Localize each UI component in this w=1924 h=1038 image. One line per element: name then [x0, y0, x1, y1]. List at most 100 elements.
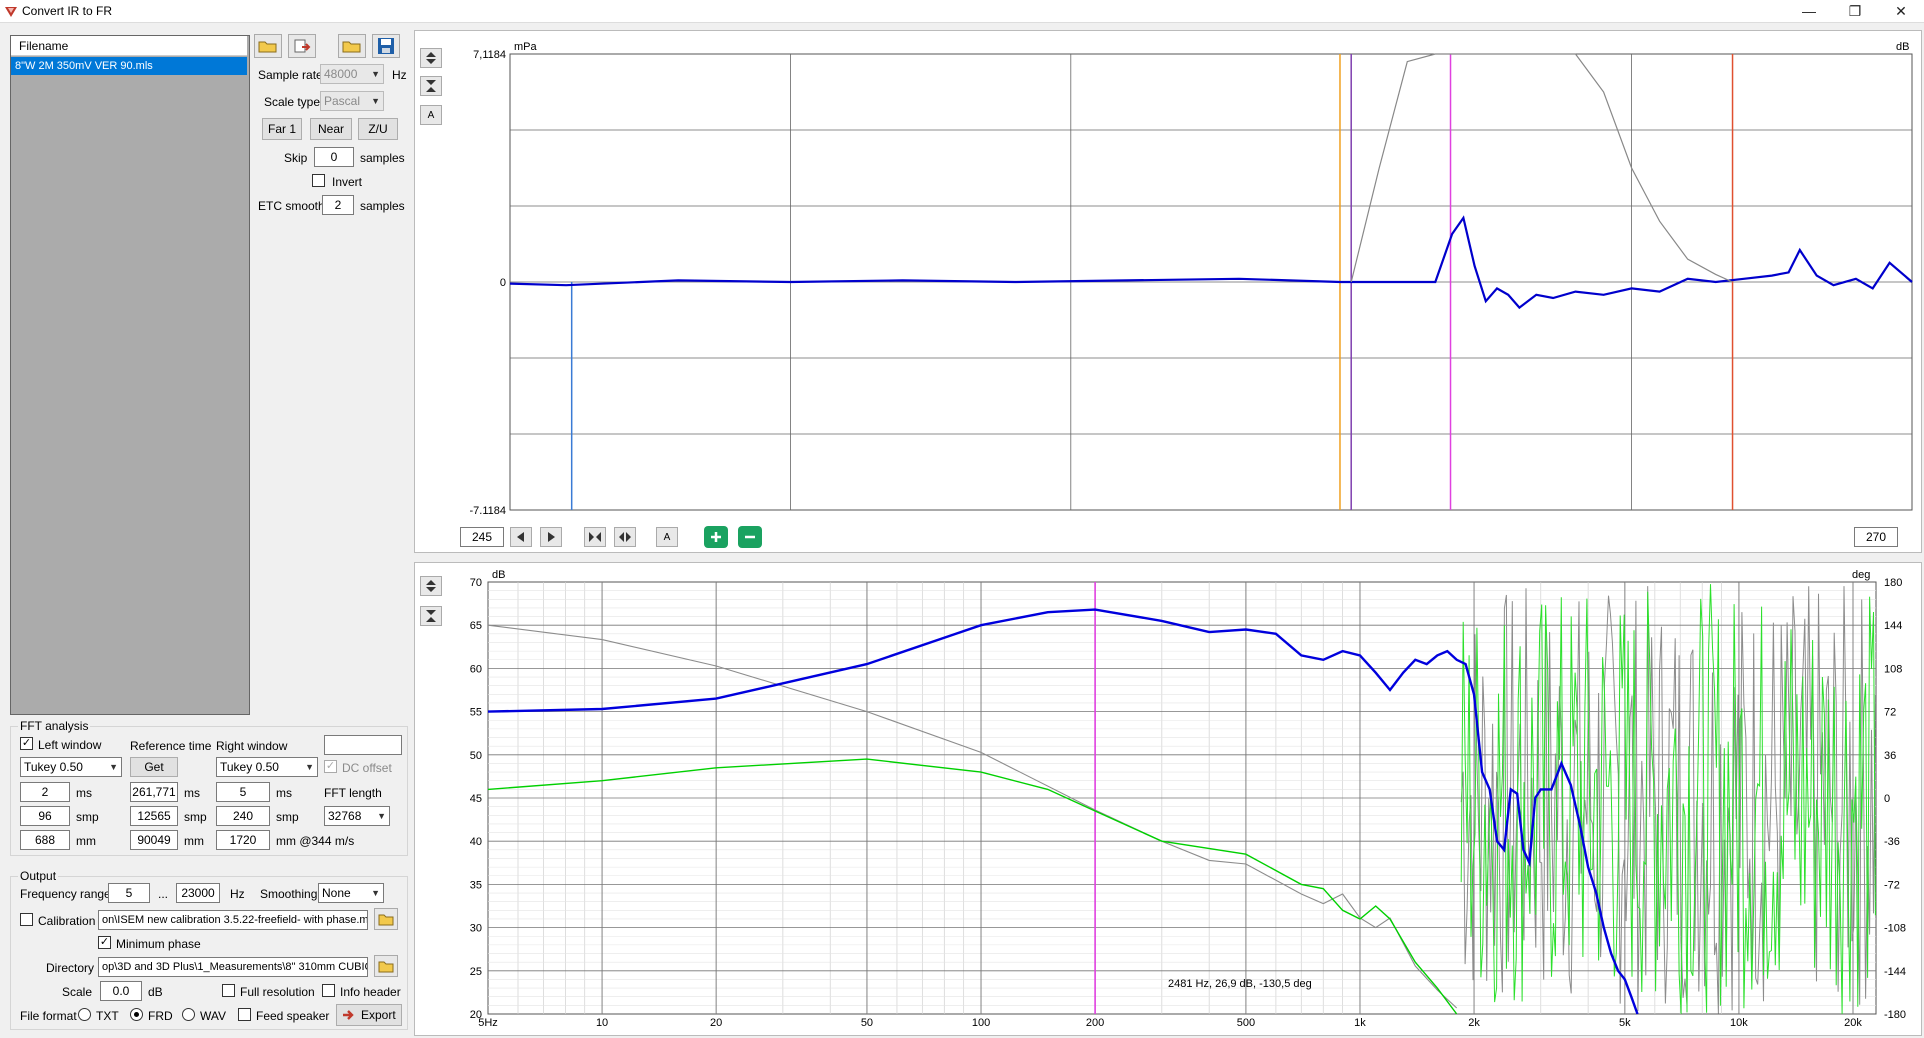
fr-deg-tick-label: 180 — [1884, 577, 1902, 589]
chevron-down-icon: ▼ — [377, 811, 386, 821]
frequency-response-chart[interactable]: 5Hz 10 20 50 100 200 500 1k 2k 5k 10k 20k7065605550… — [440, 566, 1920, 1034]
fft-length-select[interactable]: 32768 ▼ — [324, 806, 390, 826]
import-icon — [294, 39, 311, 53]
file-list[interactable]: Filename 8"W 2M 350mV VER 90.mls — [10, 35, 250, 715]
frequency-max-input[interactable]: 23000 — [176, 883, 220, 903]
chevron-down-icon: ▼ — [371, 96, 380, 106]
output-label: Output — [18, 869, 59, 883]
left-window-checkbox[interactable]: ✓ — [20, 737, 33, 750]
info-header-checkbox[interactable] — [322, 984, 335, 997]
calibration-path-input[interactable]: on\ISEM new calibration 3.5.22-freefield… — [98, 910, 368, 930]
right-window-label: Right window — [216, 739, 288, 753]
frd-label: FRD — [148, 1009, 173, 1023]
export-label: Export — [361, 1008, 396, 1022]
fr-right-unit: deg — [1852, 569, 1870, 581]
remove-marker-button[interactable] — [738, 526, 762, 548]
chevron-down-icon: ▼ — [371, 888, 380, 898]
near-button[interactable]: Near — [310, 118, 352, 140]
right-window-ms-input[interactable]: 5 — [216, 782, 270, 802]
fr-x-tick-label: 2k — [1468, 1017, 1480, 1029]
file-list-header[interactable]: Filename — [11, 36, 247, 56]
close-button[interactable]: ✕ — [1878, 0, 1924, 22]
ir-scroll-left-button[interactable] — [510, 527, 532, 547]
frequency-range-separator: ... — [158, 887, 169, 901]
scale-type-label: Scale type — [264, 95, 321, 109]
left-window-type-select[interactable]: Tukey 0.50 ▼ — [20, 757, 122, 777]
save-button[interactable] — [372, 34, 400, 58]
file-list-item[interactable]: 8"W 2M 350mV VER 90.mls — [11, 57, 247, 75]
ir-zoom-out-vertical-button[interactable] — [420, 76, 442, 96]
directory-browse-button[interactable] — [374, 955, 398, 977]
skip-label: Skip — [284, 151, 308, 165]
scale-input[interactable]: 0.0 — [100, 981, 142, 1001]
ir-scroll-right-button[interactable] — [540, 527, 562, 547]
smoothing-select[interactable]: None ▼ — [318, 883, 384, 903]
frd-radio[interactable] — [130, 1008, 143, 1021]
left-window-smp-input[interactable]: 96 — [20, 806, 70, 826]
add-marker-button[interactable] — [704, 526, 728, 548]
minus-icon — [745, 535, 755, 539]
minimize-button[interactable]: — — [1786, 0, 1832, 22]
fr-left-unit: dB — [492, 569, 505, 581]
fr-db-tick-label: 20 — [470, 1009, 482, 1021]
ir-auto-scale-button[interactable]: A — [420, 105, 442, 125]
etc-smooth-input[interactable]: 2 — [322, 195, 354, 215]
left-window-ms-input[interactable]: 2 — [20, 782, 70, 802]
left-window-mm-input[interactable]: 688 — [20, 830, 70, 850]
get-button[interactable]: Get — [130, 757, 178, 777]
fr-db-tick-label: 30 — [470, 923, 482, 935]
skip-unit: samples — [360, 151, 405, 165]
fr-zoom-out-vertical-button[interactable] — [420, 606, 442, 626]
fft-info-box — [324, 735, 402, 755]
ms-unit: ms — [76, 786, 92, 800]
compress-horizontal-icon — [619, 532, 631, 542]
feed-speaker-checkbox[interactable] — [238, 1008, 251, 1021]
fr-x-tick-label: 200 — [1086, 1017, 1104, 1029]
open-folder-icon — [378, 961, 394, 973]
ir-auto-scale-x-button[interactable]: A — [656, 527, 678, 547]
ir-end-input[interactable]: 270 — [1854, 527, 1898, 547]
reference-time-ms-input[interactable]: 261,771 — [130, 782, 178, 802]
calibration-checkbox[interactable] — [20, 913, 33, 926]
ir-zoom-in-vertical-button[interactable] — [420, 48, 442, 68]
frequency-min-input[interactable]: 5 — [108, 883, 150, 903]
open-folder-2-button[interactable] — [338, 34, 366, 58]
expand-horizontal-icon — [589, 532, 601, 542]
invert-checkbox[interactable] — [312, 174, 325, 187]
fr-x-tick-label: 50 — [861, 1017, 873, 1029]
far-button[interactable]: Far 1 — [262, 118, 302, 140]
right-window-type-select[interactable]: Tukey 0.50 ▼ — [216, 757, 318, 777]
smp-unit: smp — [76, 810, 99, 824]
reference-time-label: Reference time — [130, 739, 212, 753]
scale-type-select[interactable]: Pascal ▼ — [320, 91, 384, 111]
frequency-unit: Hz — [230, 887, 245, 901]
directory-path-input[interactable]: op\3D and 3D Plus\1_Measurements\8" 310m… — [98, 957, 368, 977]
ir-zoom-out-horizontal-button[interactable] — [614, 527, 636, 547]
minimum-phase-checkbox[interactable]: ✓ — [98, 936, 111, 949]
txt-radio[interactable] — [78, 1008, 91, 1021]
fr-deg-tick-label: 36 — [1884, 750, 1896, 762]
skip-input[interactable]: 0 — [314, 147, 354, 167]
sample-rate-select[interactable]: 48000 ▼ — [320, 64, 384, 84]
reference-time-smp-input[interactable]: 12565 — [130, 806, 178, 826]
maximize-button[interactable]: ❐ — [1832, 0, 1878, 22]
reference-time-mm-input[interactable]: 90049 — [130, 830, 178, 850]
zu-button[interactable]: Z/U — [358, 118, 398, 140]
dc-offset-checkbox[interactable]: ✓ — [324, 760, 337, 773]
expand-vertical-icon — [426, 52, 436, 64]
wav-radio[interactable] — [182, 1008, 195, 1021]
import-button[interactable] — [288, 34, 316, 58]
full-resolution-checkbox[interactable] — [222, 984, 235, 997]
right-window-smp-input[interactable]: 240 — [216, 806, 270, 826]
fr-zoom-in-vertical-button[interactable] — [420, 576, 442, 596]
smp-unit: smp — [184, 810, 207, 824]
wav-label: WAV — [200, 1009, 226, 1023]
ir-zoom-in-horizontal-button[interactable] — [584, 527, 606, 547]
impulse-response-chart[interactable]: 245ms2502552602652700-10-20-30-40-50-607… — [440, 34, 1920, 514]
calibration-browse-button[interactable] — [374, 908, 398, 930]
ir-start-input[interactable]: 245 — [460, 527, 504, 547]
open-folder-button[interactable] — [254, 34, 282, 58]
export-button[interactable]: Export — [336, 1004, 402, 1026]
smoothing-label: Smoothing — [260, 887, 318, 901]
right-window-mm-input[interactable]: 1720 — [216, 830, 270, 850]
